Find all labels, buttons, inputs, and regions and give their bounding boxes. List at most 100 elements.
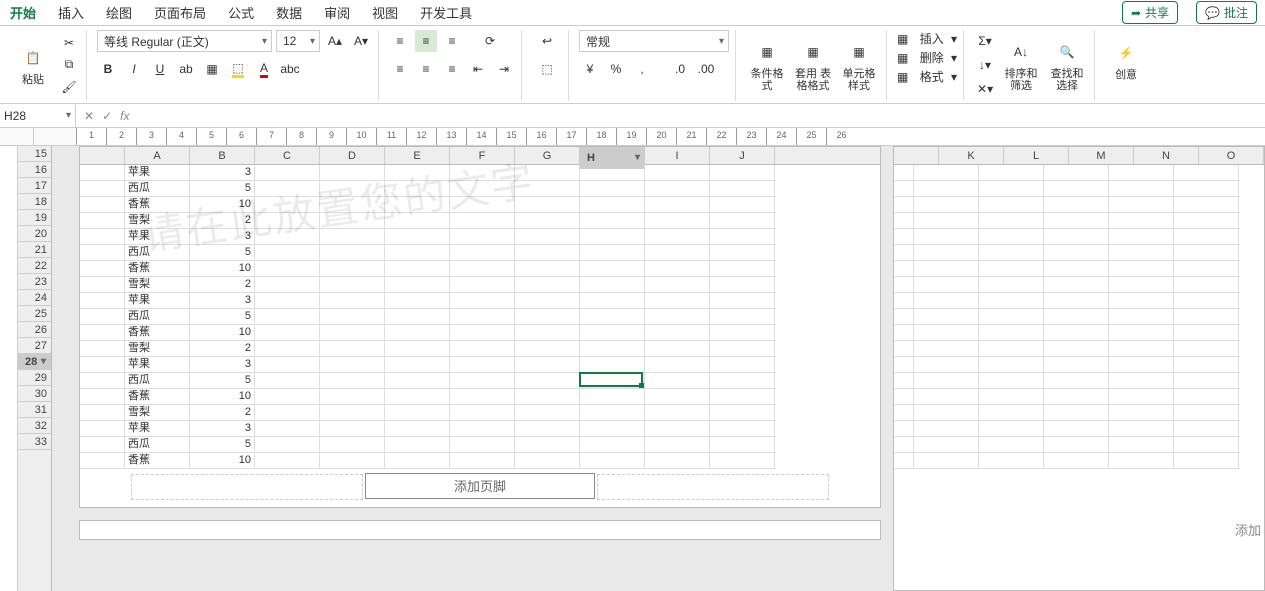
share-icon: ➦ [1131,6,1141,20]
increase-font-button[interactable]: A▴ [324,30,346,52]
align-right-button[interactable]: ≡ [441,58,463,80]
format-icon: ▦ [897,70,908,84]
column-headers[interactable]: ABCDEFGHIJ [80,147,880,165]
copy-button[interactable]: ⧉ [58,55,80,75]
cond-format-icon: ▦ [753,38,781,66]
sort-icon: A↓ [1007,38,1035,66]
phonetic-button[interactable]: abc [279,58,301,80]
horizontal-ruler: 1234567891011121314151617181920212223242… [0,128,1265,146]
name-box[interactable]: H28 [0,105,76,127]
comment-icon: 💬 [1205,6,1220,20]
paste-icon: 📋 [19,44,47,72]
delete-icon: ▦ [897,51,908,65]
cell-grid[interactable]: 请在此放置您的文字 苹果3西瓜5香蕉10雪梨2苹果3西瓜5香蕉10雪梨2苹果3西… [80,165,880,469]
orientation-button[interactable]: ⟳ [479,30,501,52]
font-color-button[interactable]: A [253,58,275,80]
vertical-ruler [0,146,18,591]
share-button[interactable]: ➦共享 [1122,1,1178,24]
group-cells: ▦ 插入 ▾ ▦ 删除 ▾ ▦ 格式 ▾ [891,30,964,101]
page-2: KLMNO [893,146,1265,591]
comment-button[interactable]: 💬批注 [1196,1,1257,24]
fx-button[interactable]: fx [120,109,129,123]
page-1: ABCDEFGHIJ 请在此放置您的文字 苹果3西瓜5香蕉10雪梨2苹果3西瓜5… [79,146,881,508]
align-bottom-button[interactable]: ≡ [441,30,463,52]
side-add-text: 添加 [1235,520,1261,539]
align-center-button[interactable]: ≡ [415,58,437,80]
find-select-button[interactable]: 🔍查找和 选择 [1046,35,1088,95]
cancel-formula-button[interactable]: ✕ [84,109,94,123]
cell-style-icon: ▦ [845,38,873,66]
decrease-decimal-button[interactable]: .00 [695,58,717,80]
group-number: 常规 ¥ % , .0 .00 [573,30,736,101]
tab-review[interactable]: 审阅 [322,0,352,26]
group-editing: Σ▾ ↓▾ ✕▾ A↓排序和 筛选 🔍查找和 选择 [968,30,1095,101]
format-row-button[interactable]: ▦ 格式 ▾ [897,68,957,85]
group-font: 等线 Regular (正文) 12 A▴ A▾ B I U ab ▦ ⬚ A … [91,30,379,101]
tab-data[interactable]: 数据 [274,0,304,26]
wrap-text-button[interactable]: ↩ [532,30,562,52]
strikethrough-button[interactable]: ab [175,58,197,80]
align-left-button[interactable]: ≡ [389,58,411,80]
scissors-icon: ✂ [64,36,74,50]
table-format-icon: ▦ [799,38,827,66]
font-size-select[interactable]: 12 [276,30,320,52]
sort-filter-button[interactable]: A↓排序和 筛选 [1000,35,1042,95]
cell-style-button[interactable]: ▦单元格 样式 [838,35,880,95]
formula-bar: H28 ✕ ✓ fx [0,104,1265,128]
group-alignment: ≡ ≡ ≡ ⟳ ≡ ≡ ≡ ⇤ ⇥ [383,30,522,101]
autosum-button[interactable]: Σ▾ [974,30,996,52]
creative-button[interactable]: ⚡创意 [1105,30,1147,90]
font-name-select[interactable]: 等线 Regular (正文) [97,30,272,52]
add-footer-button[interactable]: 添加页脚 [365,473,595,499]
delete-row-button[interactable]: ▦ 删除 ▾ [897,49,957,66]
increase-indent-button[interactable]: ⇥ [493,58,515,80]
underline-button[interactable]: U [149,58,171,80]
currency-button[interactable]: ¥ [579,58,601,80]
clear-button[interactable]: ✕▾ [974,78,996,100]
group-wrap: ↩ ⬚ [526,30,569,101]
table-format-button[interactable]: ▦套用 表格格式 [792,35,834,95]
tab-draw[interactable]: 绘图 [104,0,134,26]
increase-decimal-button[interactable]: .0 [669,58,691,80]
comma-button[interactable]: , [631,58,653,80]
borders-button[interactable]: ▦ [201,58,223,80]
paste-button[interactable]: 📋 粘贴 [12,35,54,95]
tab-view[interactable]: 视图 [370,0,400,26]
format-painter-button[interactable]: 🖌 [58,77,80,97]
next-page-top [79,520,881,540]
column-headers-2[interactable]: KLMNO [894,147,1264,165]
fill-button[interactable]: ↓▾ [974,54,996,76]
percent-button[interactable]: % [605,58,627,80]
ribbon: 📋 粘贴 ✂ ⧉ 🖌 等线 Regular (正文) 12 A▴ A▾ B I … [0,26,1265,104]
decrease-indent-button[interactable]: ⇤ [467,58,489,80]
group-clipboard: 📋 粘贴 ✂ ⧉ 🖌 [6,30,87,101]
insert-row-button[interactable]: ▦ 插入 ▾ [897,30,957,47]
decrease-font-button[interactable]: A▾ [350,30,372,52]
align-top-button[interactable]: ≡ [389,30,411,52]
conditional-format-button[interactable]: ▦条件格式 [746,35,788,95]
number-format-select[interactable]: 常规 [579,30,729,52]
copy-icon: ⧉ [65,57,74,72]
search-icon: 🔍 [1053,38,1081,66]
align-middle-button[interactable]: ≡ [415,30,437,52]
insert-icon: ▦ [897,32,908,46]
tab-formulas[interactable]: 公式 [226,0,256,26]
tab-developer[interactable]: 开发工具 [418,0,474,26]
italic-button[interactable]: I [123,58,145,80]
sheet-area: 15161718192021222324252627282930313233 A… [0,146,1265,591]
enter-formula-button[interactable]: ✓ [102,109,112,123]
bold-button[interactable]: B [97,58,119,80]
tab-pagelayout[interactable]: 页面布局 [152,0,208,26]
tab-home[interactable]: 开始 [8,0,38,26]
merge-cells-button[interactable]: ⬚ [532,58,562,80]
formula-input[interactable] [137,104,1265,127]
group-creative: ⚡创意 [1099,30,1153,101]
cell-grid-2[interactable] [894,165,1264,469]
row-headers[interactable]: 15161718192021222324252627282930313233 [18,146,52,591]
fill-color-button[interactable]: ⬚ [227,58,249,80]
brush-icon: 🖌 [61,80,76,94]
tab-insert[interactable]: 插入 [56,0,86,26]
cut-button[interactable]: ✂ [58,33,80,53]
menu-tabs: 开始 插入 绘图 页面布局 公式 数据 审阅 视图 开发工具 ➦共享 💬批注 [0,0,1265,26]
lightning-icon: ⚡ [1112,39,1140,67]
